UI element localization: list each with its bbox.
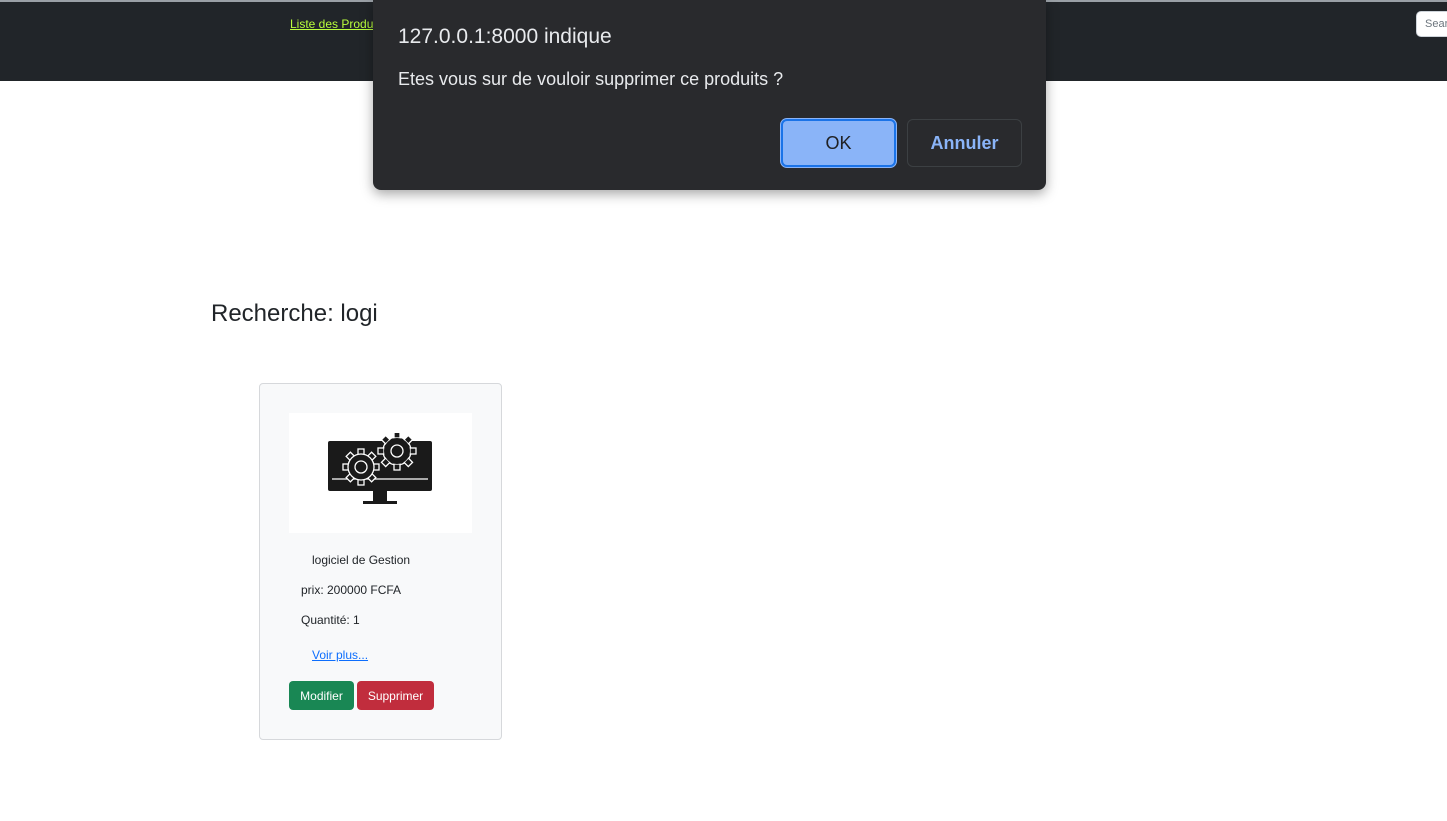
dialog-message: Etes vous sur de vouloir supprimer ce pr… [398, 69, 784, 89]
ok-button[interactable]: OK [781, 119, 896, 167]
product-card: logiciel de Gestion prix: 200000 FCFA Qu… [259, 383, 502, 740]
dialog-origin: 127.0.0.1:8000 indique [398, 25, 612, 48]
product-title: logiciel de Gestion [312, 553, 411, 567]
see-more-link[interactable]: Voir plus... [312, 648, 368, 662]
page-title: Recherche: logi [211, 300, 378, 327]
nav-link-products[interactable]: Liste des Produits [290, 17, 385, 31]
cancel-button[interactable]: Annuler [907, 119, 1022, 167]
product-quantity: Quantité: 1 [301, 613, 360, 627]
computer-gears-icon [328, 433, 432, 504]
confirm-dialog: 127.0.0.1:8000 indique Etes vous sur de … [373, 0, 1046, 190]
delete-button[interactable]: Supprimer [357, 681, 434, 710]
search-input[interactable] [1416, 11, 1447, 37]
product-image [289, 413, 472, 533]
edit-button[interactable]: Modifier [289, 681, 354, 710]
product-price: prix: 200000 FCFA [301, 583, 402, 597]
